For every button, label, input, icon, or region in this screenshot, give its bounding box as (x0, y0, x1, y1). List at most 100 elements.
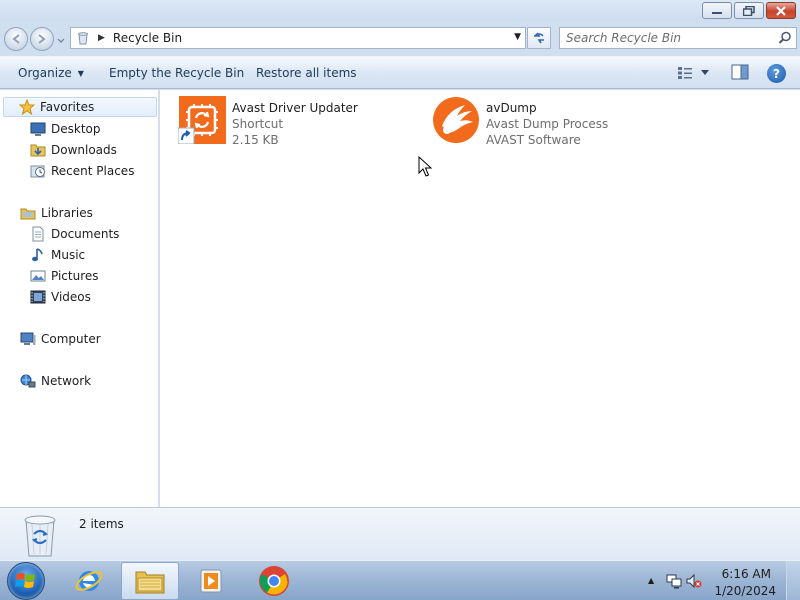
forward-arrow-icon (38, 34, 46, 44)
nav-documents[interactable]: Documents (30, 224, 119, 244)
clock-date[interactable]: 1/20/2024 (714, 584, 776, 598)
taskbar-file-explorer[interactable] (121, 562, 179, 600)
file-list: Avast Driver Updater Shortcut 2.15 KB av… (160, 90, 800, 507)
organize-button[interactable]: Organize ▼ (18, 66, 84, 80)
nav-favorites[interactable]: Favorites (3, 97, 157, 117)
clock-time[interactable]: 6:16 AM (722, 567, 771, 581)
breadcrumb-separator[interactable]: ▶ (98, 33, 105, 43)
star-icon (19, 99, 35, 115)
nav-downloads-label: Downloads (51, 143, 117, 157)
taskbar: ▲ 6:16 AM 1/20/2024 (0, 560, 800, 600)
recycle-bin-icon (20, 512, 60, 558)
network-status-icon[interactable] (666, 573, 682, 589)
help-button[interactable]: ? (767, 64, 786, 83)
recent-places-icon (30, 165, 45, 178)
taskbar-internet-explorer[interactable] (60, 562, 118, 600)
view-options-icon (678, 67, 692, 79)
restore-icon (743, 5, 755, 16)
nav-downloads[interactable]: Downloads (30, 140, 117, 160)
nav-pictures[interactable]: Pictures (30, 266, 99, 286)
computer-icon (20, 332, 36, 345)
start-button[interactable] (7, 562, 45, 600)
help-icon: ? (773, 66, 780, 81)
show-desktop-button[interactable] (786, 561, 800, 600)
libraries-icon (20, 208, 36, 220)
preview-pane-button[interactable] (731, 64, 751, 82)
minimize-icon (712, 11, 722, 14)
file-meta: avDump Avast Dump Process AVAST Software (486, 100, 608, 148)
documents-icon (32, 226, 44, 242)
close-button[interactable] (766, 2, 796, 19)
nav-recent-places-label: Recent Places (51, 164, 135, 178)
nav-videos[interactable]: Videos (30, 287, 91, 307)
file-item-avast-driver-updater[interactable]: Avast Driver Updater Shortcut 2.15 KB (177, 96, 358, 148)
nav-computer-label: Computer (41, 332, 101, 346)
nav-pictures-label: Pictures (51, 269, 99, 283)
nav-documents-label: Documents (51, 227, 120, 241)
search-input[interactable] (560, 28, 770, 48)
restore-all-items-button[interactable]: Restore all items (256, 66, 357, 80)
forward-button[interactable] (30, 27, 54, 51)
empty-recycle-bin-button[interactable]: Empty the Recycle Bin (109, 66, 244, 80)
close-icon (776, 5, 786, 16)
media-player-icon (200, 569, 222, 593)
address-history-dropdown[interactable]: ▼ (514, 32, 521, 42)
mouse-cursor-icon (418, 156, 432, 177)
maximize-button[interactable] (734, 2, 764, 19)
file-explorer-icon (135, 571, 165, 594)
breadcrumb-recycle-bin[interactable]: Recycle Bin (113, 31, 182, 45)
nav-recent-places[interactable]: Recent Places (30, 161, 134, 181)
chrome-icon (259, 566, 289, 596)
videos-icon (30, 290, 46, 304)
file-type: Shortcut (232, 117, 284, 131)
avast-icon (432, 96, 480, 144)
nav-network[interactable]: Network (20, 371, 91, 391)
details-pane: 2 items (0, 507, 800, 560)
command-bar: Organize ▼ Empty the Recycle Bin Restore … (0, 56, 800, 89)
back-arrow-icon (12, 34, 20, 44)
file-size: 2.15 KB (232, 133, 279, 147)
nav-favorites-label: Favorites (40, 100, 95, 114)
preview-pane-icon (731, 64, 749, 80)
file-name: avDump (486, 101, 537, 115)
caption-buttons (702, 2, 796, 19)
address-bar[interactable]: ▶ Recycle Bin ▼ (70, 27, 526, 49)
nav-desktop[interactable]: Desktop (30, 119, 101, 139)
nav-libraries-label: Libraries (41, 206, 93, 220)
pictures-icon (30, 270, 46, 282)
back-button[interactable] (4, 27, 28, 51)
file-description: Avast Dump Process (486, 117, 609, 131)
nav-music[interactable]: Music (30, 245, 85, 265)
navigation-bar: ▶ Recycle Bin ▼ (0, 22, 800, 56)
nav-computer[interactable]: Computer (20, 329, 101, 349)
volume-muted-icon[interactable] (686, 573, 702, 589)
change-view-button[interactable] (677, 65, 715, 81)
search-icon[interactable] (778, 31, 792, 45)
file-item-avdump[interactable]: avDump Avast Dump Process AVAST Software (432, 96, 608, 148)
item-count: 2 items (79, 517, 124, 531)
taskbar-media-player[interactable] (182, 562, 240, 600)
chevron-down-icon (57, 38, 65, 43)
navigation-pane: Favorites Desktop Downloads Recent Place… (0, 90, 159, 507)
downloads-folder-icon (30, 144, 46, 157)
nav-libraries[interactable]: Libraries (20, 203, 93, 223)
minimize-button[interactable] (702, 2, 732, 19)
music-icon (32, 248, 43, 262)
file-name: Avast Driver Updater (232, 101, 358, 115)
nav-music-label: Music (51, 248, 86, 262)
show-hidden-icons-button[interactable]: ▲ (648, 576, 654, 585)
recycle-bin-small-icon (78, 32, 88, 45)
search-box[interactable] (559, 27, 797, 49)
desktop-icon (30, 122, 46, 136)
refresh-icon (534, 32, 544, 44)
chevron-down-icon (701, 70, 709, 75)
refresh-button[interactable] (527, 27, 551, 49)
notification-area: ▲ 6:16 AM 1/20/2024 (640, 561, 800, 600)
taskbar-chrome[interactable] (245, 562, 303, 600)
recent-pages-dropdown[interactable] (57, 35, 65, 45)
nav-network-label: Network (41, 374, 92, 388)
title-bar[interactable] (0, 0, 800, 22)
organize-label: Organize (18, 66, 72, 80)
nav-desktop-label: Desktop (51, 122, 101, 136)
file-meta: Avast Driver Updater Shortcut 2.15 KB (232, 100, 358, 148)
